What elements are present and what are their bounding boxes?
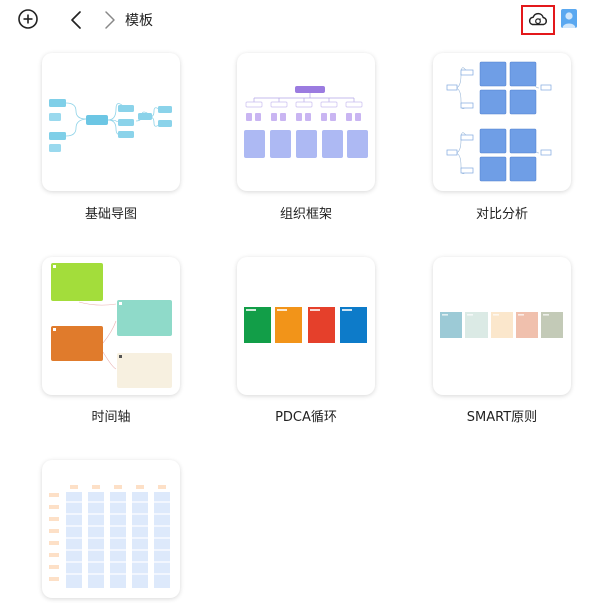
template-card-smart[interactable] xyxy=(433,257,571,395)
template-title: 组织框架 xyxy=(279,207,332,222)
timeline-thumbnail xyxy=(51,263,172,388)
template-card-org-chart[interactable] xyxy=(237,53,375,191)
template-card-mindmap[interactable] xyxy=(42,53,180,191)
template-title: 基础导图 xyxy=(84,207,137,222)
comparison-thumbnail xyxy=(446,61,552,182)
cloud-sync-icon[interactable] xyxy=(521,5,555,35)
template-title: 时间轴 xyxy=(91,410,131,425)
user-avatar-icon[interactable] xyxy=(561,9,577,28)
breadcrumb: 模板 xyxy=(125,13,153,29)
chevron-left-icon[interactable] xyxy=(66,8,86,32)
top-toolbar: 模板 xyxy=(0,0,600,40)
add-circle-icon[interactable] xyxy=(16,7,40,31)
template-title: PDCA循环 xyxy=(275,410,337,425)
template-title: SMART原则 xyxy=(466,410,538,425)
mindmap-thumbnail xyxy=(49,99,172,152)
table-thumbnail xyxy=(49,485,172,588)
smart-thumbnail xyxy=(440,312,563,338)
pdca-thumbnail xyxy=(244,307,367,343)
template-card-comparison[interactable] xyxy=(433,53,571,191)
template-card-pdca[interactable] xyxy=(237,257,375,395)
chevron-right-icon[interactable] xyxy=(100,8,120,32)
org-chart-thumbnail xyxy=(244,86,368,158)
template-card-table[interactable] xyxy=(42,460,180,598)
template-title: 对比分析 xyxy=(475,207,528,222)
template-card-timeline[interactable] xyxy=(42,257,180,395)
